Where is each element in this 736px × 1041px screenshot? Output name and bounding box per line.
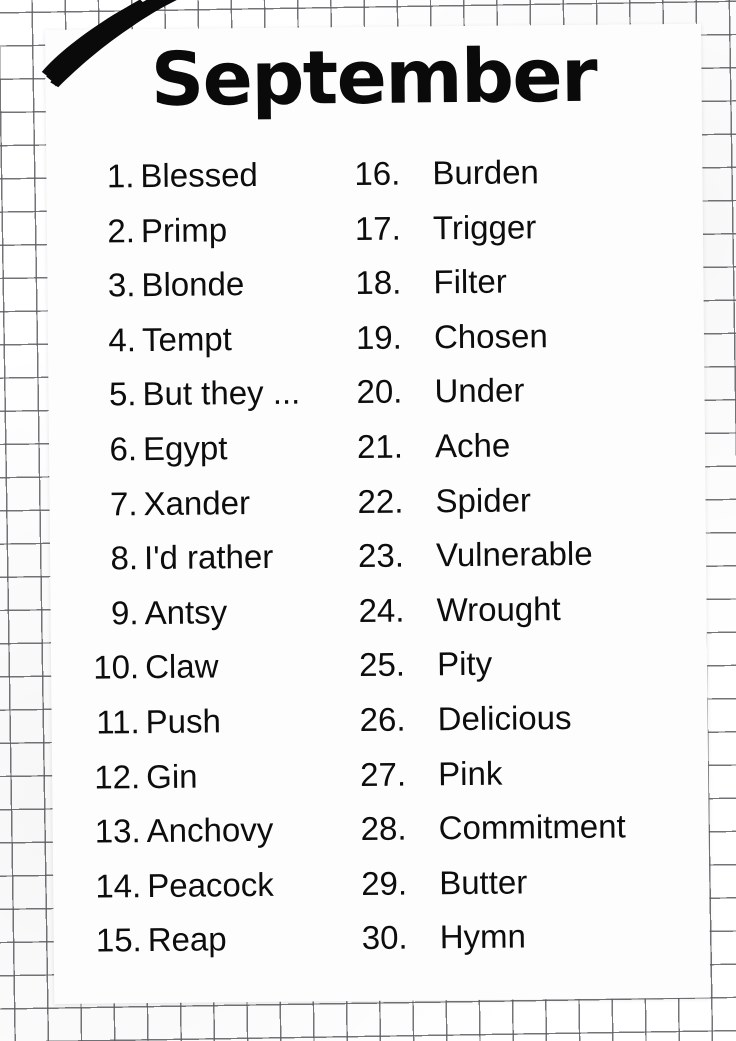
list-item: 20. Under bbox=[334, 362, 705, 420]
list-item: 23. Vulnerable bbox=[336, 526, 707, 584]
list-item-word: Blonde bbox=[141, 265, 245, 304]
list-item-word: Vulnerable bbox=[435, 534, 593, 574]
list-item-word: Push bbox=[145, 702, 222, 741]
list-item-word: I'd rather bbox=[143, 537, 274, 577]
list-item-word: Spider bbox=[435, 480, 532, 519]
list-item: 6. Egypt bbox=[49, 420, 336, 477]
list-item-number: 29. bbox=[361, 864, 408, 902]
list-item-number: 7. bbox=[109, 484, 138, 522]
list-item-number: 13. bbox=[94, 812, 141, 850]
list-item-number: 30. bbox=[361, 918, 408, 957]
list-item-number: 19. bbox=[355, 318, 403, 356]
list-item-number: 10. bbox=[93, 648, 140, 686]
month-word-list: 1. Blessed 2. Primp 3. Blonde 4. Tempt 5. But… bbox=[46, 144, 710, 969]
list-item-word: Pity bbox=[436, 645, 493, 683]
list-item-word: Burden bbox=[432, 153, 539, 192]
list-item: 4. Tempt bbox=[48, 311, 335, 368]
list-item-number: 11. bbox=[96, 703, 140, 741]
list-item: 11. Push bbox=[51, 693, 338, 750]
list-item-word: Wrought bbox=[436, 589, 561, 629]
list-item-word: Blessed bbox=[140, 155, 258, 195]
list-item-word: Gin bbox=[145, 757, 198, 795]
list-item-word: Hymn bbox=[439, 917, 527, 956]
list-item-number: 15. bbox=[95, 921, 142, 959]
poster-page: September 1. Blessed 2. Primp 3. Blonde 4. T… bbox=[0, 0, 736, 1041]
list-item-number: 12. bbox=[94, 757, 141, 796]
list-item: 26. Delicious bbox=[337, 690, 708, 748]
list-item-number: 23. bbox=[357, 536, 405, 575]
list-item-number: 14. bbox=[95, 866, 142, 905]
list-item-word: Pink bbox=[437, 754, 503, 792]
page-title: September bbox=[150, 32, 597, 123]
list-item: 15. Reap bbox=[53, 912, 340, 969]
list-item: 7. Xander bbox=[49, 475, 336, 532]
list-item: 1. Blessed bbox=[46, 147, 333, 204]
list-item-word: Anchovy bbox=[146, 810, 274, 850]
list-item-word: Chosen bbox=[433, 316, 548, 356]
list-item-number: 22. bbox=[357, 482, 404, 520]
list-item-number: 6. bbox=[109, 430, 138, 468]
list-item-number: 16. bbox=[354, 154, 401, 193]
list-column-right: 16. Burden 17. Trigger 18. Filter 19. Chosen… bbox=[332, 144, 710, 966]
list-item-number: 5. bbox=[108, 375, 137, 413]
list-item-number: 25. bbox=[358, 645, 406, 684]
list-item-word: Primp bbox=[140, 210, 228, 249]
list-item-number: 24. bbox=[358, 591, 405, 629]
list-item-number: 26. bbox=[359, 700, 406, 738]
list-item-word: Peacock bbox=[147, 865, 274, 904]
list-item: 18. Filter bbox=[333, 253, 704, 311]
list-item-number: 3. bbox=[107, 266, 136, 304]
list-item-number: 21. bbox=[356, 427, 404, 465]
list-item-number: 20. bbox=[356, 372, 403, 411]
list-item-number: 17. bbox=[354, 209, 401, 247]
list-item-word: Reap bbox=[147, 920, 227, 959]
list-item-word: Delicious bbox=[437, 698, 572, 738]
list-item: 17. Trigger bbox=[333, 198, 704, 256]
list-column-left: 1. Blessed 2. Primp 3. Blonde 4. Tempt 5. But… bbox=[46, 147, 340, 969]
list-item: 8. I'd rather bbox=[50, 529, 337, 586]
list-item-word: Under bbox=[434, 371, 525, 410]
list-item: 19. Chosen bbox=[334, 307, 705, 365]
list-item-word: Xander bbox=[143, 483, 251, 522]
list-item: 24. Wrought bbox=[336, 580, 707, 638]
list-item: 10. Claw bbox=[51, 639, 338, 696]
white-paper-sheet: September 1. Blessed 2. Primp 3. Blonde 4. T… bbox=[41, 0, 711, 1004]
list-item-number: 18. bbox=[355, 263, 402, 302]
list-item-word: Ache bbox=[434, 426, 511, 465]
list-item: 12. Gin bbox=[52, 748, 339, 805]
list-item-word: Egypt bbox=[142, 429, 228, 468]
list-item-number: 2. bbox=[107, 211, 136, 250]
list-item: 22. Spider bbox=[335, 471, 706, 529]
list-item: 29. Butter bbox=[339, 853, 710, 911]
list-item-number: 1. bbox=[106, 157, 135, 195]
list-item: 2. Primp bbox=[47, 202, 334, 259]
list-item-word: Butter bbox=[439, 863, 528, 901]
list-item-number: 27. bbox=[359, 755, 407, 793]
list-item: 30. Hymn bbox=[339, 908, 710, 966]
list-item: 9. Antsy bbox=[50, 584, 337, 641]
list-item-word: Filter bbox=[433, 262, 507, 301]
list-item-word: Trigger bbox=[432, 207, 537, 246]
list-item: 3. Blonde bbox=[47, 256, 334, 313]
list-item-word: Commitment bbox=[438, 807, 626, 847]
list-item-word: Claw bbox=[144, 647, 219, 686]
list-item: 27. Pink bbox=[338, 744, 709, 802]
list-item-word: Antsy bbox=[144, 593, 228, 631]
list-item: 5. But they ... bbox=[48, 366, 335, 423]
list-item-number: 28. bbox=[360, 809, 407, 848]
list-item-number: 4. bbox=[108, 320, 137, 359]
list-item: 16. Burden bbox=[332, 144, 703, 202]
list-item: 28. Commitment bbox=[338, 799, 709, 857]
list-item-number: 9. bbox=[110, 593, 139, 632]
list-item-number: 8. bbox=[110, 539, 139, 577]
list-item: 21. Ache bbox=[335, 417, 706, 475]
list-item-word: Tempt bbox=[141, 320, 233, 358]
list-item-word: But they ... bbox=[142, 373, 301, 413]
list-item: 13. Anchovy bbox=[52, 802, 339, 859]
list-item: 14. Peacock bbox=[53, 857, 340, 914]
list-item: 25. Pity bbox=[337, 635, 708, 693]
